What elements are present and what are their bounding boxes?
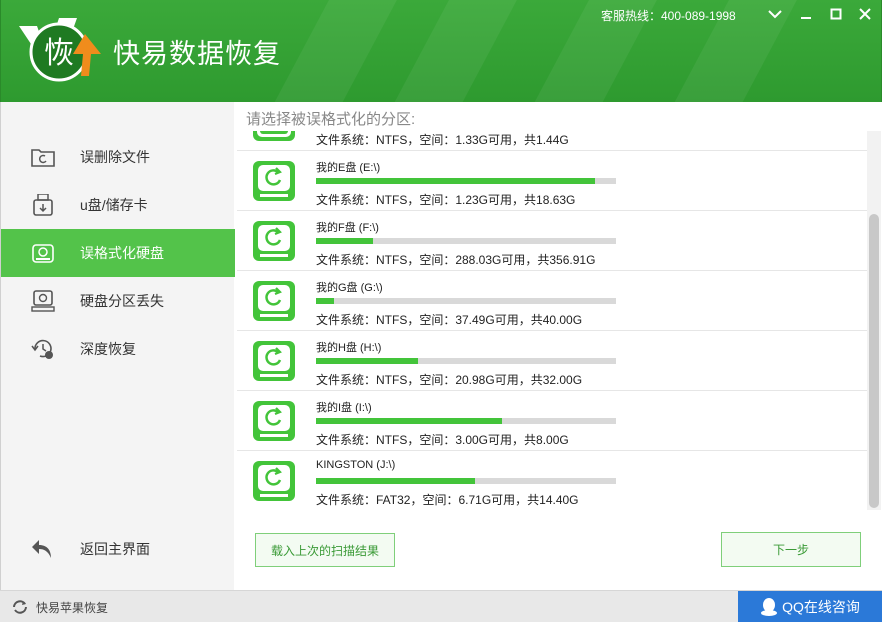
refresh-icon bbox=[10, 599, 30, 615]
hard-disk-icon bbox=[31, 242, 55, 264]
partition-usage-bar bbox=[316, 418, 616, 424]
title-bar: 恢 快易数据恢复 客服热线：400-089-1998 bbox=[0, 0, 882, 102]
sidebar: 误删除文件 u盘/储存卡 误格式化硬盘 硬盘分区丢失 深度恢复 返回主界面 bbox=[0, 102, 235, 590]
partition-name: 我的E盘 (E:\) bbox=[316, 162, 381, 174]
apple-recover-label: 快易苹果恢复 bbox=[36, 600, 109, 615]
partition-info: 文件系统：NTFS，空间：20.98G可用，共32.00G bbox=[316, 373, 583, 387]
usb-drive-icon bbox=[31, 193, 55, 216]
sidebar-item-label: 误格式化硬盘 bbox=[80, 245, 164, 261]
partition-name: 我的G盘 (G:\) bbox=[316, 282, 383, 294]
next-step-button[interactable]: 下一步 bbox=[721, 532, 861, 567]
partition-name: KINGSTON (J:\) bbox=[316, 459, 396, 471]
hotline-text: 客服热线：400-089-1998 bbox=[601, 9, 736, 23]
partition-usage-bar bbox=[316, 358, 616, 364]
sidebar-item-label: 硬盘分区丢失 bbox=[80, 293, 164, 309]
sidebar-item-usb[interactable]: u盘/储存卡 bbox=[1, 181, 235, 229]
partition-info: 文件系统：NTFS，空间：1.23G可用，共18.63G bbox=[316, 193, 576, 207]
partition-usage-bar bbox=[316, 238, 616, 244]
deep-recover-icon bbox=[31, 338, 55, 360]
sidebar-item-partition-lost[interactable]: 硬盘分区丢失 bbox=[1, 277, 235, 325]
maximize-icon[interactable] bbox=[825, 4, 847, 24]
disk-icon bbox=[251, 279, 297, 323]
partition-usage-bar bbox=[316, 298, 616, 304]
sidebar-item-format-disk[interactable]: 误格式化硬盘 bbox=[1, 229, 235, 277]
partition-name: 我的I盘 (I:\) bbox=[316, 402, 372, 414]
disk-icon bbox=[251, 399, 297, 443]
minimize-icon[interactable] bbox=[795, 4, 817, 24]
partition-usage-bar bbox=[316, 478, 616, 484]
sidebar-item-deleted-files[interactable]: 误删除文件 bbox=[1, 133, 235, 181]
sidebar-item-deep-recover[interactable]: 深度恢复 bbox=[1, 325, 235, 373]
folder-recover-icon bbox=[31, 146, 55, 168]
sidebar-item-label: 深度恢复 bbox=[80, 341, 136, 357]
sidebar-item-label: 误删除文件 bbox=[80, 149, 150, 165]
partition-info: 文件系统：NTFS，空间：37.49G可用，共40.00G bbox=[316, 313, 583, 327]
partition-info: 文件系统：NTFS，空间：3.00G可用，共8.00G bbox=[316, 433, 569, 447]
scrollbar[interactable] bbox=[867, 131, 881, 510]
partition-info: 文件系统：NTFS，空间：288.03G可用，共356.91G bbox=[316, 253, 596, 267]
back-to-main-button[interactable]: 返回主界面 bbox=[1, 525, 235, 573]
partition-name: 我的H盘 (H:\) bbox=[316, 342, 382, 354]
close-icon[interactable] bbox=[854, 4, 876, 24]
partition-info: 文件系统：FAT32，空间：6.71G可用，共14.40G bbox=[316, 493, 579, 507]
partition-list: 文件系统：NTFS，空间：1.33G可用，共1.44G 我的E盘 (E:\) 文… bbox=[237, 131, 867, 510]
disk-icon bbox=[251, 459, 297, 503]
partition-row[interactable]: 我的I盘 (I:\) 文件系统：NTFS，空间：3.00G可用，共8.00G bbox=[237, 391, 867, 451]
disk-partition-icon bbox=[31, 290, 55, 312]
app-title: 快易数据恢复 bbox=[113, 39, 281, 69]
disk-icon bbox=[251, 219, 297, 263]
partition-row[interactable]: KINGSTON (J:\) 文件系统：FAT32，空间：6.71G可用，共14… bbox=[237, 451, 867, 510]
disk-icon bbox=[251, 131, 297, 143]
qq-icon bbox=[760, 597, 778, 617]
qq-consult-button[interactable]: QQ在线咨询 bbox=[738, 591, 882, 622]
scroll-thumb[interactable] bbox=[869, 214, 879, 508]
partition-row[interactable]: 我的H盘 (H:\) 文件系统：NTFS，空间：20.98G可用，共32.00G bbox=[237, 331, 867, 391]
partition-row[interactable]: 我的E盘 (E:\) 文件系统：NTFS，空间：1.23G可用，共18.63G bbox=[237, 151, 867, 211]
logo-char: 恢 bbox=[44, 36, 74, 71]
partition-row[interactable]: 我的G盘 (G:\) 文件系统：NTFS，空间：37.49G可用，共40.00G bbox=[237, 271, 867, 331]
app-logo: 恢 bbox=[15, 14, 105, 90]
disk-icon bbox=[251, 339, 297, 383]
footer-bar: 快易苹果恢复 QQ在线咨询 bbox=[0, 590, 882, 622]
partition-usage-bar bbox=[316, 178, 616, 184]
partition-name: 我的F盘 (F:\) bbox=[316, 222, 379, 234]
partition-row-partial[interactable]: 文件系统：NTFS，空间：1.33G可用，共1.44G bbox=[237, 131, 867, 151]
page-title: 请选择被误格式化的分区: bbox=[246, 111, 416, 128]
load-last-scan-button[interactable]: 载入上次的扫描结果 bbox=[255, 533, 395, 567]
qq-label: QQ在线咨询 bbox=[782, 599, 860, 615]
apple-recover-link[interactable]: 快易苹果恢复 bbox=[10, 591, 108, 622]
partition-info: 文件系统：NTFS，空间：1.33G可用，共1.44G bbox=[316, 133, 569, 147]
partition-row[interactable]: 我的F盘 (F:\) 文件系统：NTFS，空间：288.03G可用，共356.9… bbox=[237, 211, 867, 271]
back-arrow-icon bbox=[31, 538, 55, 560]
chevron-down-icon[interactable] bbox=[764, 4, 786, 24]
back-label: 返回主界面 bbox=[80, 541, 150, 557]
disk-icon bbox=[251, 159, 297, 203]
sidebar-item-label: u盘/储存卡 bbox=[80, 197, 148, 213]
